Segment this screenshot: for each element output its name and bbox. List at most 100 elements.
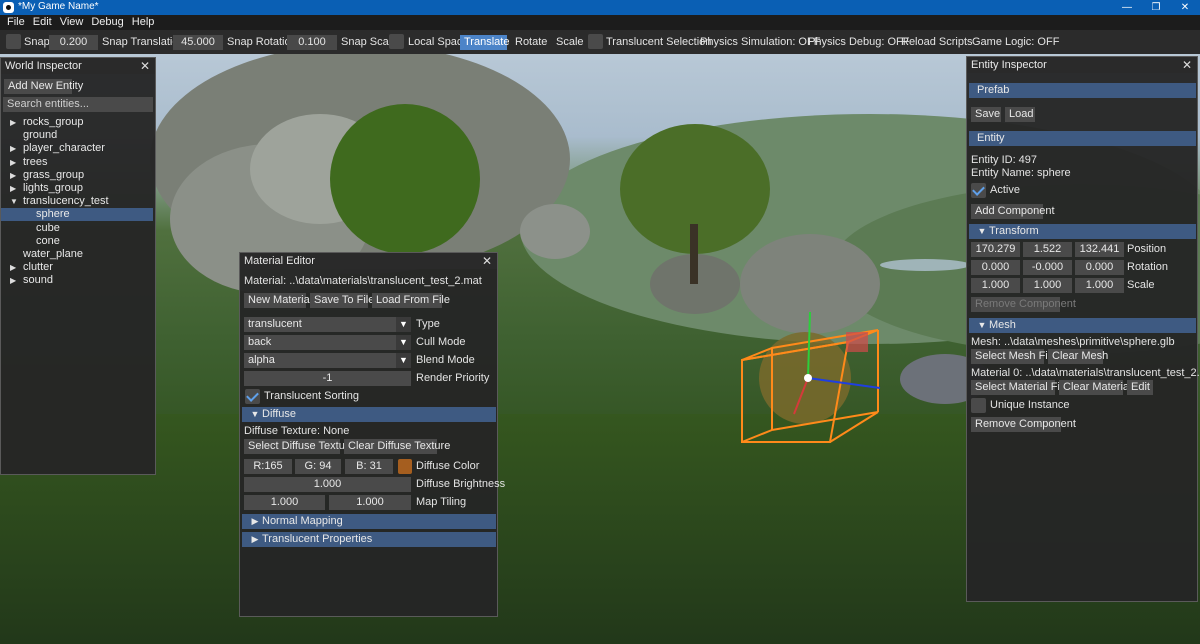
tree-item[interactable]: ▶ trees: [1, 156, 153, 169]
rotation-y-field[interactable]: -0.000: [1023, 260, 1072, 275]
map-tiling-v-field[interactable]: 1.000: [329, 495, 411, 510]
render-priority-field[interactable]: -1: [244, 371, 411, 386]
position-z-field[interactable]: 132.441: [1075, 242, 1124, 257]
close-window-button[interactable]: ✕: [1171, 0, 1199, 15]
tree-item[interactable]: cone: [1, 235, 153, 248]
diffuse-color-swatch[interactable]: [398, 459, 412, 474]
chevron-down-icon[interactable]: ▼: [10, 195, 18, 208]
prefab-save-button[interactable]: Save: [971, 107, 1001, 122]
material-editor-title[interactable]: Material Editor ✕: [240, 253, 497, 269]
clear-material-button[interactable]: Clear Material: [1059, 380, 1131, 395]
local-space-checkbox[interactable]: [389, 34, 404, 49]
selection-gizmo[interactable]: [730, 302, 890, 452]
menu-view[interactable]: View: [56, 15, 88, 30]
prefab-load-button[interactable]: Load: [1005, 107, 1035, 122]
tree-item[interactable]: ground: [1, 129, 153, 142]
reload-scripts-button[interactable]: Reload Scripts: [901, 35, 973, 50]
chevron-right-icon[interactable]: ▶: [10, 142, 16, 155]
cull-mode-select[interactable]: back ▼: [244, 335, 411, 350]
transform-header-text: Transform: [989, 225, 1039, 237]
translucent-selection-checkbox[interactable]: [588, 34, 603, 49]
gizmo-center[interactable]: [804, 374, 812, 382]
translucent-properties-section-header[interactable]: ▶ Translucent Properties: [242, 532, 496, 547]
physics-simulation-toggle[interactable]: Physics Simulation: OFF: [700, 35, 820, 50]
tree-item[interactable]: ▶ player_character: [1, 142, 153, 155]
add-new-entity-button[interactable]: Add New Entity: [4, 79, 83, 94]
active-checkbox[interactable]: [971, 183, 986, 198]
world-inspector-title[interactable]: World Inspector ✕: [1, 58, 155, 74]
remove-transform-component-button[interactable]: Remove Component: [971, 297, 1076, 312]
diffuse-g-field[interactable]: G: 94: [295, 459, 341, 474]
rotation-x-field[interactable]: 0.000: [971, 260, 1020, 275]
close-icon[interactable]: ✕: [1182, 57, 1192, 73]
tree-item[interactable]: ▶ lights_group: [1, 182, 153, 195]
chevron-right-icon[interactable]: ▶: [10, 261, 16, 274]
add-component-button[interactable]: Add Component: [971, 204, 1055, 219]
tree-item[interactable]: sphere: [1, 208, 153, 222]
select-material-file-button[interactable]: Select Material File: [971, 380, 1069, 395]
rotation-z-field[interactable]: 0.000: [1075, 260, 1124, 275]
map-tiling-u-field[interactable]: 1.000: [244, 495, 325, 510]
scale-z-field[interactable]: 1.000: [1075, 278, 1124, 293]
chevron-right-icon[interactable]: ▶: [10, 169, 16, 182]
blend-mode-select[interactable]: alpha ▼: [244, 353, 411, 368]
tree-item[interactable]: water_plane: [1, 248, 153, 261]
diffuse-r-field[interactable]: R:165: [244, 459, 292, 474]
snap-translation-field[interactable]: 45.000: [173, 35, 223, 50]
select-mesh-file-button[interactable]: Select Mesh File: [971, 349, 1056, 364]
position-x-field[interactable]: 170.279: [971, 242, 1020, 257]
load-from-file-button[interactable]: Load From File: [372, 293, 450, 308]
chevron-right-icon[interactable]: ▶: [10, 156, 16, 169]
snap-rotation-field[interactable]: 0.100: [287, 35, 337, 50]
scale-y-field[interactable]: 1.000: [1023, 278, 1072, 293]
menu-edit[interactable]: Edit: [29, 15, 56, 30]
new-material-button[interactable]: New Material: [244, 293, 312, 308]
tree-item[interactable]: ▶ rocks_group: [1, 116, 153, 129]
close-icon[interactable]: ✕: [140, 58, 150, 74]
menu-file[interactable]: File: [0, 15, 29, 30]
tree-item[interactable]: cube: [1, 222, 153, 235]
diffuse-section-header[interactable]: ▼ Diffuse: [242, 407, 496, 422]
physics-debug-toggle[interactable]: Physics Debug: OFF: [808, 35, 909, 50]
clear-mesh-button[interactable]: Clear Mesh: [1048, 349, 1108, 364]
save-to-file-button[interactable]: Save To File: [310, 293, 374, 308]
gizmo-plane-handle[interactable]: [846, 332, 868, 352]
tree-item[interactable]: ▶ clutter: [1, 261, 153, 274]
maximize-button[interactable]: ❐: [1142, 0, 1170, 15]
menu-debug[interactable]: Debug: [87, 15, 127, 30]
tree-item[interactable]: ▶ grass_group: [1, 169, 153, 182]
tree-item[interactable]: ▶ sound: [1, 274, 153, 287]
diffuse-b-field[interactable]: B: 31: [345, 459, 393, 474]
menu-help[interactable]: Help: [128, 15, 159, 30]
remove-mesh-component-button[interactable]: Remove Component: [971, 417, 1076, 432]
mesh-section-header[interactable]: ▼ Mesh: [969, 318, 1196, 333]
snap-value-field[interactable]: 0.200: [49, 35, 98, 50]
scale-x-field[interactable]: 1.000: [971, 278, 1020, 293]
translate-mode-button[interactable]: Translate: [460, 35, 509, 50]
position-y-field[interactable]: 1.522: [1023, 242, 1072, 257]
prefab-section-header[interactable]: Prefab: [969, 83, 1196, 98]
unique-instance-checkbox[interactable]: [971, 398, 986, 413]
entity-section-header[interactable]: Entity: [969, 131, 1196, 146]
tree-item-label: clutter: [23, 261, 53, 274]
scale-mode-button[interactable]: Scale: [556, 35, 584, 50]
game-logic-toggle[interactable]: Game Logic: OFF: [972, 35, 1059, 50]
translucent-sorting-checkbox[interactable]: [245, 389, 260, 404]
snap-checkbox[interactable]: [6, 34, 21, 49]
select-diffuse-texture-button[interactable]: Select Diffuse Texture: [244, 439, 355, 454]
diffuse-brightness-field[interactable]: 1.000: [244, 477, 411, 492]
search-entities-input[interactable]: Search entities...: [3, 97, 153, 112]
close-icon[interactable]: ✕: [482, 253, 492, 269]
type-select[interactable]: translucent ▼: [244, 317, 411, 332]
transform-section-header[interactable]: ▼ Transform: [969, 224, 1196, 239]
minimize-button[interactable]: —: [1113, 0, 1141, 15]
entity-inspector-title[interactable]: Entity Inspector ✕: [967, 57, 1197, 73]
normal-mapping-section-header[interactable]: ▶ Normal Mapping: [242, 514, 496, 529]
chevron-right-icon[interactable]: ▶: [10, 182, 16, 195]
chevron-right-icon[interactable]: ▶: [10, 116, 16, 129]
chevron-right-icon[interactable]: ▶: [10, 274, 16, 287]
edit-material-button[interactable]: Edit: [1127, 380, 1153, 395]
rotate-mode-button[interactable]: Rotate: [515, 35, 547, 50]
tree-item[interactable]: ▼ translucency_test: [1, 195, 153, 208]
clear-diffuse-texture-button[interactable]: Clear Diffuse Texture: [344, 439, 450, 454]
